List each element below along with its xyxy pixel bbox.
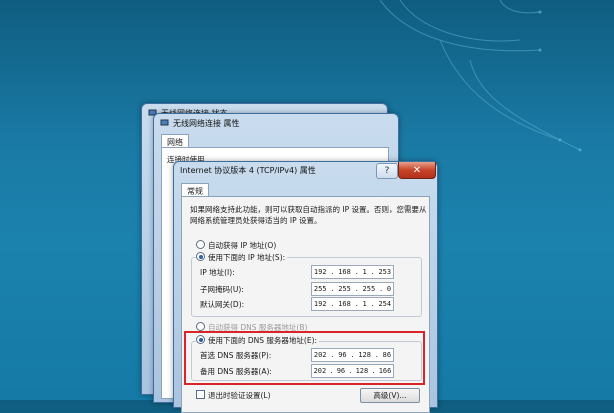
gateway-octet: 1 (362, 300, 367, 308)
subnet-mask-label: 子网掩码(U): (200, 285, 244, 294)
properties-window-titlebar[interactable]: 无线网络连接 属性 (154, 114, 398, 132)
dns-highlight-box (184, 331, 425, 385)
gateway-octet: 254 (378, 300, 392, 308)
auto-ip-radio[interactable] (196, 240, 205, 249)
ip-octet: 168 (338, 268, 351, 276)
validate-label: 退出时验证设置(L) (208, 391, 271, 400)
mask-octet: 0 (386, 285, 392, 293)
close-button[interactable]: ✕ (398, 162, 436, 179)
gateway-label: 默认网关(D): (200, 300, 245, 309)
ip-address-label: IP 地址(I): (200, 268, 235, 277)
ipv4-description: 如果网络支持此功能，则可以获取自动指派的 IP 设置。否则，您需要从网络系统管理… (190, 205, 427, 225)
gateway-octet: 192 (313, 300, 327, 308)
ip-octet: 253 (378, 268, 392, 276)
subnet-mask-field[interactable]: 255. 255. 255. 0 (311, 282, 394, 296)
auto-dns-radio[interactable] (196, 322, 205, 331)
validate-checkbox[interactable] (196, 390, 205, 399)
help-icon: ? (384, 166, 390, 176)
help-button[interactable]: ? (376, 163, 398, 179)
network-icon (160, 119, 169, 128)
gateway-field[interactable]: 192. 168. 1. 254 (311, 297, 394, 311)
manual-ip-option[interactable]: 使用下面的 IP 地址(S): (196, 252, 288, 263)
advanced-button[interactable]: 高级(V)... (360, 388, 420, 403)
properties-window-title: 无线网络连接 属性 (173, 118, 240, 128)
ip-address-field[interactable]: 192. 168. 1. 253 (311, 265, 394, 279)
close-icon: ✕ (412, 164, 422, 176)
validate-on-exit-option[interactable]: 退出时验证设置(L) (196, 390, 271, 401)
mask-octet: 255 (338, 285, 351, 293)
auto-ip-label: 自动获得 IP 地址(O) (208, 241, 277, 250)
ip-octet: 1 (362, 268, 367, 276)
mask-octet: 255 (362, 285, 376, 293)
auto-ip-option[interactable]: 自动获得 IP 地址(O) (196, 240, 276, 251)
ip-octet: 192 (313, 268, 327, 276)
mask-octet: 255 (313, 285, 327, 293)
ipv4-window-title: Internet 协议版本 4 (TCP/IPv4) 属性 (180, 166, 316, 175)
manual-ip-radio[interactable] (196, 252, 205, 261)
gateway-octet: 168 (338, 300, 351, 308)
manual-ip-label: 使用下面的 IP 地址(S): (208, 253, 286, 262)
